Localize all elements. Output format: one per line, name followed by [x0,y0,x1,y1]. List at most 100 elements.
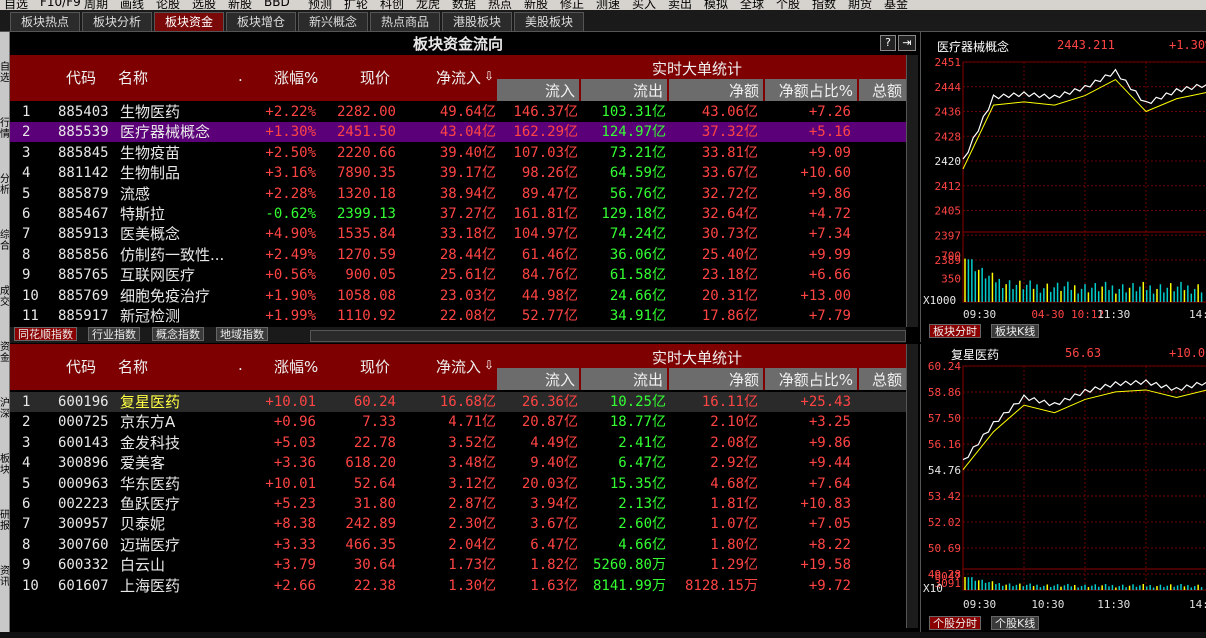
top-menu-item[interactable]: 新股 [524,0,548,10]
row-code[interactable]: 000725 [58,412,109,432]
header-code[interactable]: 代码 [66,67,96,88]
tab-3[interactable]: 板块增仓 [226,12,296,31]
header-netin[interactable]: 净流入 [436,67,481,88]
left-nav-item[interactable]: 分析 [0,174,9,196]
top-menu-item[interactable]: 期货 [848,0,872,10]
row-name[interactable]: 爱美客 [120,453,165,473]
row-name[interactable]: 复星医药 [120,392,180,412]
row-name[interactable]: 上海医药 [120,576,180,596]
row-code[interactable]: 885769 [58,286,109,306]
table-row[interactable]: 10 885769 细胞免疫治疗 +1.90% 1058.08 23.03亿 44.98亿 2… [10,286,906,306]
top-menu-item[interactable]: 论股 [156,0,180,10]
index-tab-0[interactable]: 同花顺指数 [14,327,77,341]
row-code[interactable]: 600143 [58,433,109,453]
row-name[interactable]: 生物疫苗 [120,143,180,163]
top-mini-chart[interactable]: 医疗器械概念 2443.211 +1.30% 24512444243624282… [920,32,1206,342]
left-nav-item[interactable]: 板块 [0,454,9,476]
row-code[interactable]: 885917 [58,306,109,326]
top-menu-item[interactable]: 全球 [740,0,764,10]
row-name[interactable]: 细胞免疫治疗 [120,286,210,306]
left-nav-item[interactable]: 行情 [0,118,9,140]
subheader-inflow[interactable]: 流入 [545,369,575,390]
row-name[interactable]: 特斯拉 [120,204,165,224]
top-menu-item[interactable]: 基金 [884,0,908,10]
row-name[interactable]: 贝泰妮 [120,514,165,534]
header-price[interactable]: 现价 [360,356,390,377]
table-row[interactable]: 4 881142 生物制品 +3.16% 7890.35 39.17亿 98.26亿 64.5… [10,163,906,183]
top-menu-item[interactable]: 指数 [812,0,836,10]
row-code[interactable]: 300896 [58,453,109,473]
top-menu-item[interactable]: 热点 [488,0,512,10]
row-name[interactable]: 金发科技 [120,433,180,453]
row-name[interactable]: 医疗器械概念 [120,122,210,142]
top-menu-item[interactable]: 卖出 [668,0,692,10]
table-row[interactable]: 4 300896 爱美客 +3.36 618.20 3.48亿 9.40亿 6.47亿 2.92… [10,453,906,473]
help-button[interactable]: ? [880,35,896,51]
row-code[interactable]: 885913 [58,224,109,244]
table-row[interactable]: 6 002223 鱼跃医疗 +5.23 31.80 2.87亿 3.94亿 2.13亿 1.81… [10,494,906,514]
tab-1[interactable]: 板块分析 [82,12,152,31]
table-row[interactable]: 9 885765 互联网医疗 +0.56% 900.05 25.61亿 84.76亿 61.5… [10,265,906,285]
row-name[interactable]: 新冠检测 [120,306,180,326]
header-name[interactable]: 名称 [118,356,148,377]
tab-2[interactable]: 板块资金 [154,12,224,31]
row-code[interactable]: 300760 [58,535,109,555]
top-menu-item[interactable]: 买入 [632,0,656,10]
row-name[interactable]: 京东方A [120,412,175,432]
row-name[interactable]: 迈瑞医疗 [120,535,180,555]
header-code[interactable]: 代码 [66,356,96,377]
row-code[interactable]: 885539 [58,122,109,142]
row-code[interactable]: 885467 [58,204,109,224]
tab-7[interactable]: 美股板块 [514,12,584,31]
row-name[interactable]: 流感 [120,184,150,204]
tab-5[interactable]: 热点商品 [370,12,440,31]
row-name[interactable]: 白云山 [120,555,165,575]
bottom-mini-chart[interactable]: 复星医药 56.63 +10.01% 60.2458.8657.5056.165… [920,344,1206,638]
row-name[interactable]: 生物制品 [120,163,180,183]
chart-tab-0[interactable]: 板块分时 [929,324,981,338]
top-menu-item[interactable]: 预测 [308,0,332,10]
v-scrollbar-bottom[interactable] [906,344,918,628]
row-code[interactable]: 600196 [58,392,109,412]
table-row[interactable]: 3 885845 生物疫苗 +2.50% 2220.66 39.40亿 107.03亿 73.… [10,143,906,163]
subheader-total[interactable]: 总额 [872,369,902,390]
table-row[interactable]: 6 885467 特斯拉 -0.62% 2399.13 37.27亿 161.81亿 129.… [10,204,906,224]
tab-0[interactable]: 板块热点 [10,12,80,31]
top-menu-item[interactable]: 科创 [380,0,404,10]
top-menu-item[interactable]: BBD [264,0,290,9]
table-row[interactable]: 3 600143 金发科技 +5.03 22.78 3.52亿 4.49亿 2.41亿 2.08… [10,433,906,453]
subheader-outflow[interactable]: 流出 [633,80,663,101]
table-row[interactable]: 11 885917 新冠检测 +1.99% 1110.92 22.08亿 52.77亿 34.… [10,306,906,326]
row-code[interactable]: 885403 [58,102,109,122]
table-row[interactable]: 2 885539 医疗器械概念 +1.30% 2451.50 43.04亿 162.29亿 1… [10,122,906,143]
top-h-scrollbar[interactable] [310,330,906,342]
index-tab-2[interactable]: 概念指数 [152,327,204,341]
top-menu-item[interactable]: 扩轮 [344,0,368,10]
subheader-net[interactable]: 净额 [729,369,759,390]
row-code[interactable]: 885879 [58,184,109,204]
subheader-outflow[interactable]: 流出 [633,369,663,390]
expand-icon[interactable]: ⇥ [898,35,916,51]
left-nav-item[interactable]: 自选 [0,62,9,84]
row-name[interactable]: 生物医药 [120,102,180,122]
table-row[interactable]: 1 600196 复星医药 +10.01 60.24 16.68亿 26.36亿 10.25亿… [10,392,906,412]
table-row[interactable]: 5 000963 华东医药 +10.01 52.64 3.12亿 20.03亿 15.35亿 4… [10,474,906,494]
table-row[interactable]: 1 885403 生物医药 +2.22% 2282.00 49.64亿 146.37亿 103… [10,102,906,122]
subheader-ratio[interactable]: 净额占比% [779,80,853,101]
table-row[interactable]: 7 885913 医美概念 +4.90% 1535.84 33.18亿 104.97亿 74.… [10,224,906,244]
chart-tab-1[interactable]: 板块K线 [991,324,1040,338]
row-code[interactable]: 881142 [58,163,109,183]
header-change[interactable]: 涨幅% [274,67,318,88]
left-nav-item[interactable]: 研报 [0,510,9,532]
left-nav-item[interactable]: 沪深 [0,398,9,420]
index-tab-1[interactable]: 行业指数 [88,327,140,341]
header-change[interactable]: 涨幅% [274,356,318,377]
header-price[interactable]: 现价 [360,67,390,88]
chart-tab-1[interactable]: 个股K线 [991,616,1040,630]
table-row[interactable]: 9 600332 白云山 +3.79 30.64 1.73亿 1.82亿 5260.80万 1.… [10,555,906,575]
left-nav-item[interactable]: 资金 [0,342,9,364]
header-dot[interactable]: . [238,356,243,374]
chart-tab-0[interactable]: 个股分时 [929,616,981,630]
top-menu-item[interactable]: 周期 [84,0,108,10]
table-row[interactable]: 7 300957 贝泰妮 +8.38 242.89 2.30亿 3.67亿 2.60亿 1.07… [10,514,906,534]
